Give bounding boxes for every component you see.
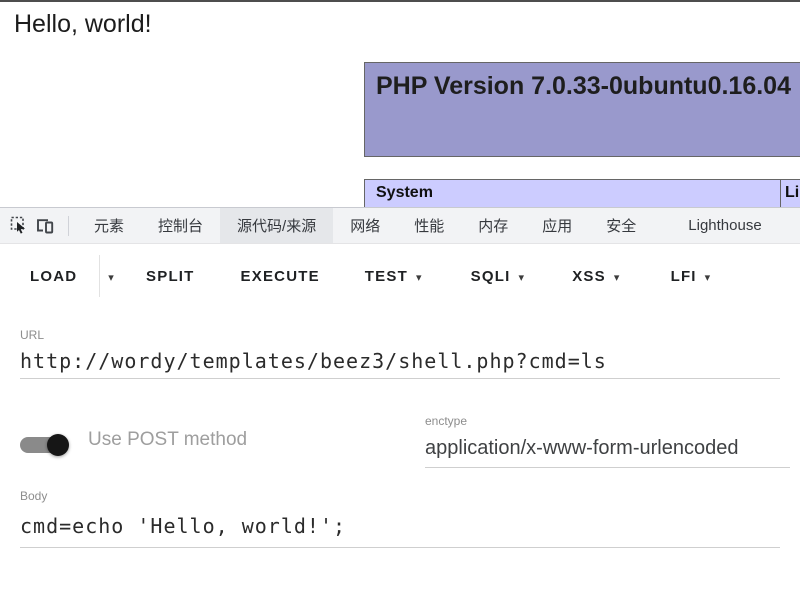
post-method-toggle[interactable] [20,434,70,456]
url-input[interactable] [20,343,780,379]
lfi-label: LFI [671,268,697,285]
enctype-input[interactable] [425,429,790,468]
device-toolbar-icon [35,217,55,235]
load-button[interactable]: LOAD [30,268,77,285]
phpinfo-header-box: PHP Version 7.0.33-0ubuntu0.16.04 [364,62,800,157]
split-button[interactable]: SPLIT [146,268,195,285]
tab-console[interactable]: 控制台 [141,208,220,243]
execute-button[interactable]: EXECUTE [241,268,320,285]
body-field-label: Body [20,489,47,503]
test-caret-icon: ▾ [416,271,423,284]
page-top-border [0,0,800,2]
tabbar-separator [68,216,69,236]
inspect-element-button[interactable] [6,212,32,240]
test-dropdown-button[interactable]: TEST ▾ [365,268,423,285]
xss-label: XSS [572,268,606,285]
screen: Hello, world! PHP Version 7.0.33-0ubuntu… [0,0,800,596]
tab-network[interactable]: 网络 [333,208,397,243]
tab-sources[interactable]: 源代码/来源 [220,208,333,243]
url-field-label: URL [20,328,44,342]
tab-elements[interactable]: 元素 [77,208,141,243]
sqli-label: SQLI [471,268,511,285]
tab-security[interactable]: 安全 [589,208,653,243]
enctype-field-label: enctype [425,414,467,428]
panel-toolbar: LOAD ▾ SPLIT EXECUTE TEST ▾ SQLI ▾ XSS ▾… [0,244,800,308]
lfi-dropdown-button[interactable]: LFI ▾ [671,268,712,285]
page-hello-text: Hello, world! [14,10,152,39]
load-dropdown-caret-icon[interactable]: ▾ [108,271,115,284]
tab-lighthouse[interactable]: Lighthouse [671,208,778,243]
test-label: TEST [365,268,408,285]
phpinfo-title: PHP Version 7.0.33-0ubuntu0.16.04 [365,63,800,101]
lfi-caret-icon: ▾ [705,271,712,284]
toggle-device-toolbar-button[interactable] [32,212,58,240]
tab-application[interactable]: 应用 [525,208,589,243]
toggle-thumb-icon [47,434,69,456]
post-method-toggle-label: Use POST method [88,429,247,451]
body-input[interactable] [20,505,780,548]
xss-caret-icon: ▾ [614,271,621,284]
tab-performance[interactable]: 性能 [397,208,461,243]
sqli-dropdown-button[interactable]: SQLI ▾ [471,268,526,285]
devtools-panel: 元素 控制台 源代码/来源 网络 性能 内存 应用 安全 Lighthouse … [0,207,800,596]
sqli-caret-icon: ▾ [518,271,525,284]
xss-dropdown-button[interactable]: XSS ▾ [572,268,620,285]
inspect-icon [10,216,29,235]
devtools-tabbar: 元素 控制台 源代码/来源 网络 性能 内存 应用 安全 Lighthouse [0,207,800,244]
tab-memory[interactable]: 内存 [461,208,525,243]
